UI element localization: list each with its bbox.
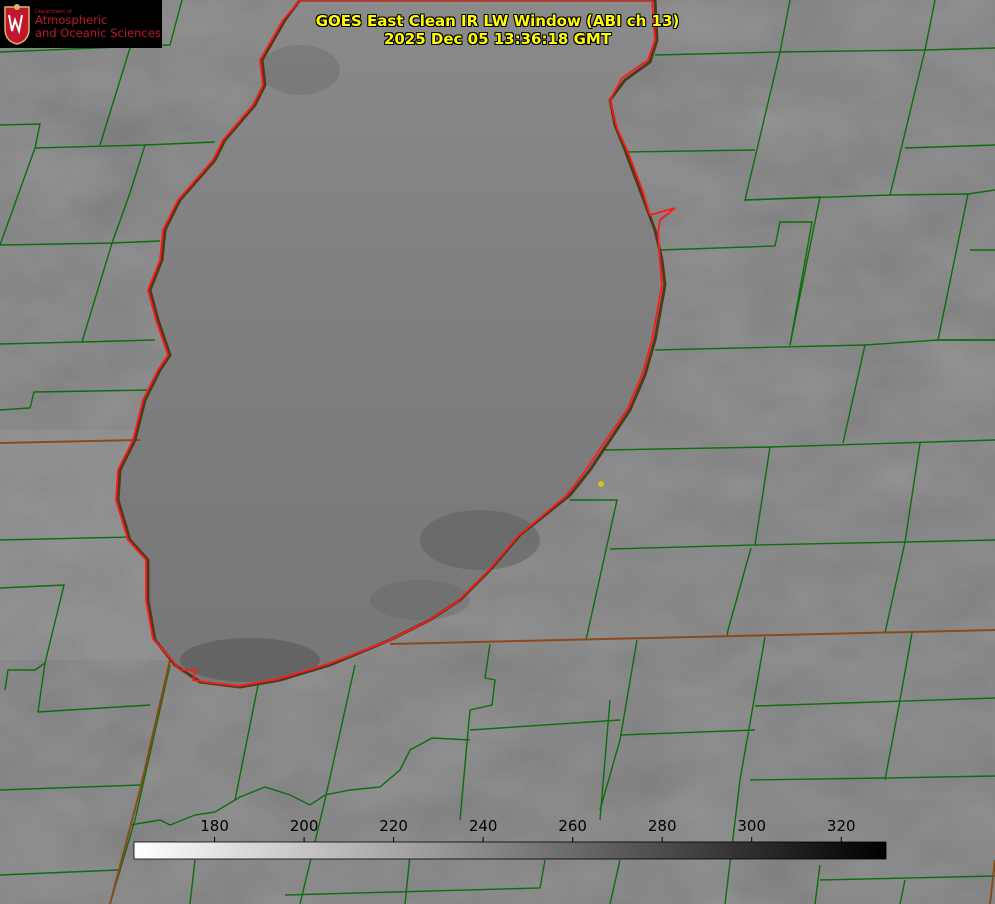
colorbar-tick-label: 200: [290, 817, 319, 835]
colorbar-tick-label: 320: [827, 817, 856, 835]
colorbar-tick-label: 220: [379, 817, 408, 835]
colorbar-tick-label: 280: [648, 817, 677, 835]
satellite-map-view: Department of Atmospheric and Oceanic Sc…: [0, 0, 995, 904]
colorbar-ticks: 180 200 220 240 260 280 300 320: [200, 817, 856, 842]
colorbar-tick-label: 300: [737, 817, 766, 835]
temperature-colorbar: 180 200 220 240 260 280 300 320: [133, 817, 887, 860]
colorbar-tick-label: 260: [558, 817, 587, 835]
colorbar-tick-label: 240: [469, 817, 498, 835]
colorbar-tick-label: 180: [200, 817, 229, 835]
colorbar-gradient: [133, 841, 887, 860]
